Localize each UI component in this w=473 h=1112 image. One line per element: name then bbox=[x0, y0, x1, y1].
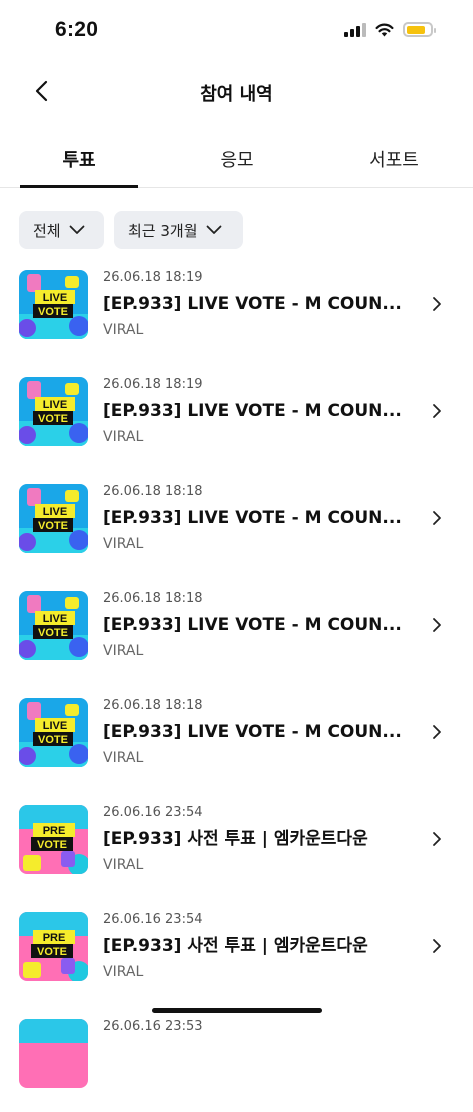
live-vote-thumbnail: LIVE VOTE bbox=[19, 377, 88, 446]
svg-text:LIVE: LIVE bbox=[43, 292, 67, 304]
filter-all-dropdown[interactable]: 전체 bbox=[19, 211, 104, 249]
svg-text:LIVE: LIVE bbox=[43, 506, 67, 518]
item-title: [EP.933] LIVE VOTE - M COUN... bbox=[103, 401, 402, 421]
list-item[interactable]: PRE VOTE 26.06.16 23:54 [EP.933] 사전 투표 |… bbox=[0, 791, 473, 898]
pre-vote-thumbnail: PRE VOTE bbox=[19, 805, 88, 874]
list-item[interactable]: LIVE VOTE 26.06.18 18:18 [EP.933] LIVE V… bbox=[0, 684, 473, 791]
item-title: [EP.933] LIVE VOTE - M COUN... bbox=[103, 722, 402, 742]
wifi-icon bbox=[375, 23, 394, 36]
item-date: 26.06.16 23:54 bbox=[103, 912, 203, 927]
chevron-right-icon bbox=[433, 618, 441, 632]
status-icons bbox=[344, 22, 436, 37]
tab-bar: 투표 응모 서포트 bbox=[0, 130, 473, 188]
list-item[interactable]: 26.06.16 23:53 bbox=[0, 1005, 473, 1112]
live-vote-thumbnail: LIVE VOTE bbox=[19, 698, 88, 767]
active-tab-indicator bbox=[20, 185, 138, 188]
filter-all-label: 전체 bbox=[33, 221, 61, 240]
item-category: VIRAL bbox=[103, 643, 144, 659]
item-date: 26.06.16 23:53 bbox=[103, 1019, 203, 1034]
svg-text:VOTE: VOTE bbox=[38, 413, 68, 425]
item-category: VIRAL bbox=[103, 964, 144, 980]
item-category: VIRAL bbox=[103, 750, 144, 766]
list-item[interactable]: LIVE VOTE 26.06.18 18:18 [EP.933] LIVE V… bbox=[0, 577, 473, 684]
item-category: VIRAL bbox=[103, 322, 144, 338]
svg-text:VOTE: VOTE bbox=[37, 839, 67, 851]
item-category: VIRAL bbox=[103, 857, 144, 873]
item-category: VIRAL bbox=[103, 536, 144, 552]
svg-text:VOTE: VOTE bbox=[37, 946, 67, 958]
nav-bar: 참여 내역 bbox=[0, 60, 473, 122]
tab-apply[interactable]: 응모 bbox=[178, 130, 296, 187]
svg-text:LIVE: LIVE bbox=[43, 613, 67, 625]
item-date: 26.06.18 18:19 bbox=[103, 270, 203, 285]
item-date: 26.06.16 23:54 bbox=[103, 805, 203, 820]
svg-text:VOTE: VOTE bbox=[38, 627, 68, 639]
live-vote-thumbnail: LIVE VOTE bbox=[19, 484, 88, 553]
live-vote-thumbnail: LIVE VOTE bbox=[19, 591, 88, 660]
svg-text:VOTE: VOTE bbox=[38, 306, 68, 318]
filter-period-label: 최근 3개월 bbox=[128, 221, 198, 240]
filter-period-dropdown[interactable]: 최근 3개월 bbox=[114, 211, 243, 249]
item-date: 26.06.18 18:18 bbox=[103, 591, 203, 606]
tab-vote[interactable]: 투표 bbox=[20, 130, 138, 187]
filter-bar: 전체 최근 3개월 bbox=[19, 211, 243, 249]
participation-list: LIVE VOTE 26.06.18 18:19 [EP.933] LIVE V… bbox=[0, 256, 473, 1112]
tab-support[interactable]: 서포트 bbox=[335, 130, 453, 187]
svg-text:LIVE: LIVE bbox=[43, 399, 67, 411]
item-date: 26.06.18 18:19 bbox=[103, 377, 203, 392]
svg-text:LIVE: LIVE bbox=[43, 720, 67, 732]
chevron-right-icon bbox=[433, 404, 441, 418]
chevron-right-icon bbox=[433, 511, 441, 525]
list-item[interactable]: LIVE VOTE 26.06.18 18:19 [EP.933] LIVE V… bbox=[0, 256, 473, 363]
chevron-right-icon bbox=[433, 939, 441, 953]
pre-vote-thumbnail: PRE VOTE bbox=[19, 912, 88, 981]
cellular-signal-icon bbox=[344, 22, 366, 37]
item-date: 26.06.18 18:18 bbox=[103, 484, 203, 499]
home-indicator bbox=[152, 1008, 322, 1013]
item-title: [EP.933] LIVE VOTE - M COUN... bbox=[103, 508, 402, 528]
svg-text:PRE: PRE bbox=[43, 932, 66, 944]
chevron-right-icon bbox=[433, 832, 441, 846]
item-date: 26.06.18 18:18 bbox=[103, 698, 203, 713]
pre-vote-thumbnail bbox=[19, 1019, 88, 1088]
live-vote-thumbnail: LIVE VOTE bbox=[19, 270, 88, 339]
item-title: [EP.933] 사전 투표 | 엠카운트다운 bbox=[103, 936, 368, 956]
item-title: [EP.933] LIVE VOTE - M COUN... bbox=[103, 615, 402, 635]
page-title: 참여 내역 bbox=[200, 84, 273, 105]
svg-text:VOTE: VOTE bbox=[38, 734, 68, 746]
list-item[interactable]: LIVE VOTE 26.06.18 18:18 [EP.933] LIVE V… bbox=[0, 470, 473, 577]
chevron-right-icon bbox=[433, 725, 441, 739]
status-time: 6:20 bbox=[55, 18, 99, 41]
svg-text:VOTE: VOTE bbox=[38, 520, 68, 532]
list-item[interactable]: LIVE VOTE 26.06.18 18:19 [EP.933] LIVE V… bbox=[0, 363, 473, 470]
item-title: [EP.933] 사전 투표 | 엠카운트다운 bbox=[103, 829, 368, 849]
item-title: [EP.933] LIVE VOTE - M COUN... bbox=[103, 294, 402, 314]
chevron-right-icon bbox=[433, 297, 441, 311]
list-item[interactable]: PRE VOTE 26.06.16 23:54 [EP.933] 사전 투표 |… bbox=[0, 898, 473, 1005]
chevron-down-icon bbox=[69, 225, 85, 234]
svg-text:PRE: PRE bbox=[43, 825, 66, 837]
chevron-down-icon bbox=[206, 225, 221, 234]
battery-icon bbox=[403, 22, 436, 37]
status-bar: 6:20 bbox=[0, 0, 473, 60]
item-category: VIRAL bbox=[103, 429, 144, 445]
